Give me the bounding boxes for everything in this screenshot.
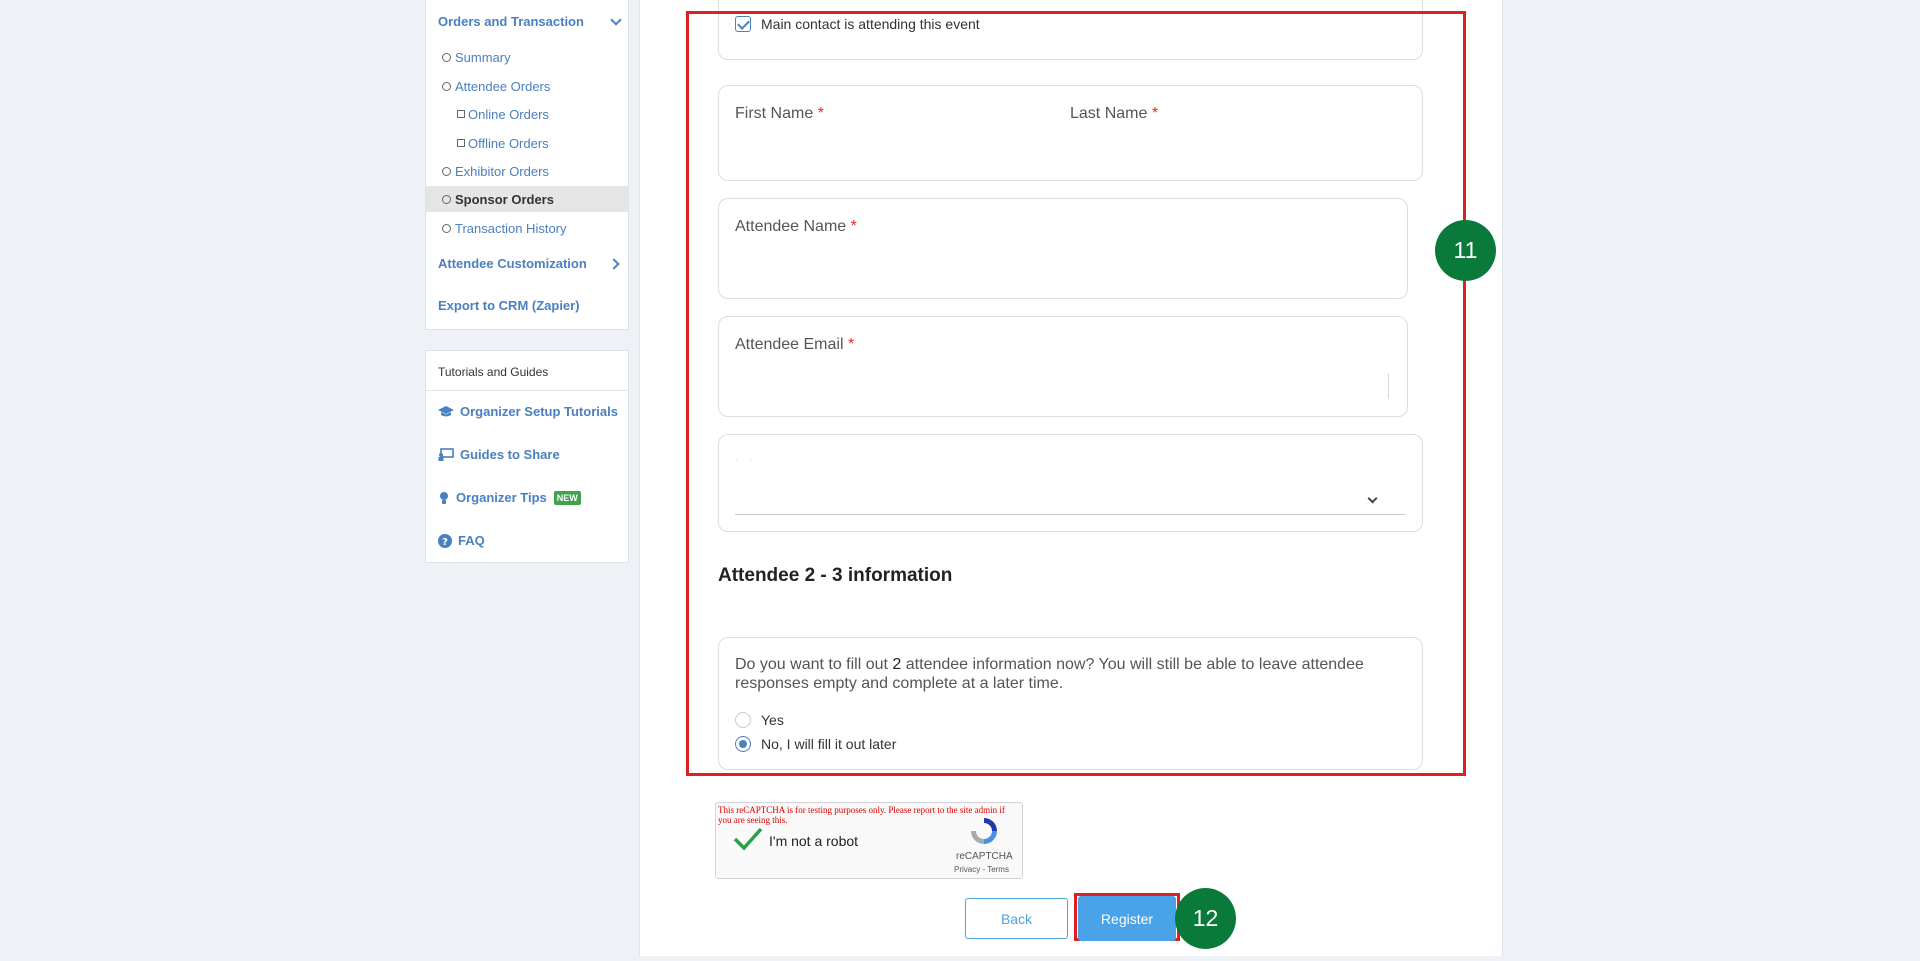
- divider: [426, 390, 628, 391]
- circle-bullet-icon: [442, 223, 451, 233]
- square-bullet-icon: [457, 139, 465, 147]
- register-button[interactable]: Register: [1078, 896, 1176, 941]
- sidebar-item-exhibitor-orders[interactable]: Exhibitor Orders: [426, 158, 628, 184]
- checkmark-icon: [733, 827, 763, 851]
- chevron-right-icon[interactable]: [608, 258, 620, 270]
- sidebar-item-attendee-orders[interactable]: Attendee Orders: [426, 73, 628, 99]
- recaptcha-logo-icon: [971, 818, 997, 844]
- circle-bullet-icon: [442, 194, 451, 204]
- presentation-icon: [438, 448, 454, 461]
- step-11-highlight: [686, 11, 1466, 776]
- attendee-customization-link[interactable]: Attendee Customization: [438, 256, 587, 271]
- sidebar-item-summary[interactable]: Summary: [426, 44, 628, 70]
- recaptcha-label: I'm not a robot: [769, 833, 859, 849]
- back-button[interactable]: Back: [965, 898, 1068, 939]
- sidebar-orders-panel: Orders and Transaction Summary Attendee …: [425, 0, 629, 330]
- guides-to-share-link[interactable]: Guides to Share: [438, 447, 560, 462]
- sidebar-item-offline-orders[interactable]: Offline Orders: [426, 130, 628, 156]
- faq-link[interactable]: ? FAQ: [438, 533, 485, 548]
- recaptcha-brand: reCAPTCHA: [956, 851, 1013, 862]
- square-bullet-icon: [457, 110, 465, 118]
- sidebar-item-online-orders[interactable]: Online Orders: [426, 101, 628, 127]
- tutorials-guides-panel: Tutorials and Guides Organizer Setup Tut…: [425, 350, 629, 563]
- organizer-setup-tutorials-link[interactable]: Organizer Setup Tutorials: [438, 404, 618, 419]
- lightbulb-icon: [440, 491, 448, 504]
- sidebar-item-transaction-history[interactable]: Transaction History: [426, 215, 628, 241]
- graduation-cap-icon: [438, 405, 454, 416]
- recaptcha-privacy-terms[interactable]: Privacy - Terms: [954, 865, 1009, 874]
- tutorials-guides-title: Tutorials and Guides: [438, 365, 549, 379]
- circle-bullet-icon: [442, 52, 451, 62]
- recaptcha-widget[interactable]: This reCAPTCHA is for testing purposes o…: [715, 802, 1023, 879]
- step-11-marker: 11: [1435, 220, 1496, 281]
- chevron-down-icon[interactable]: [610, 14, 622, 26]
- circle-bullet-icon: [442, 81, 451, 91]
- organizer-tips-link[interactable]: Organizer Tips NEW: [438, 490, 581, 505]
- new-badge: NEW: [553, 490, 581, 505]
- sidebar-item-sponsor-orders[interactable]: Sponsor Orders: [426, 186, 628, 212]
- question-circle-icon: ?: [438, 533, 452, 548]
- orders-transaction-heading[interactable]: Orders and Transaction: [438, 14, 584, 29]
- svg-text:?: ?: [442, 537, 448, 548]
- step-12-marker: 12: [1175, 888, 1236, 949]
- export-crm-link[interactable]: Export to CRM (Zapier): [438, 298, 580, 313]
- circle-bullet-icon: [442, 166, 451, 176]
